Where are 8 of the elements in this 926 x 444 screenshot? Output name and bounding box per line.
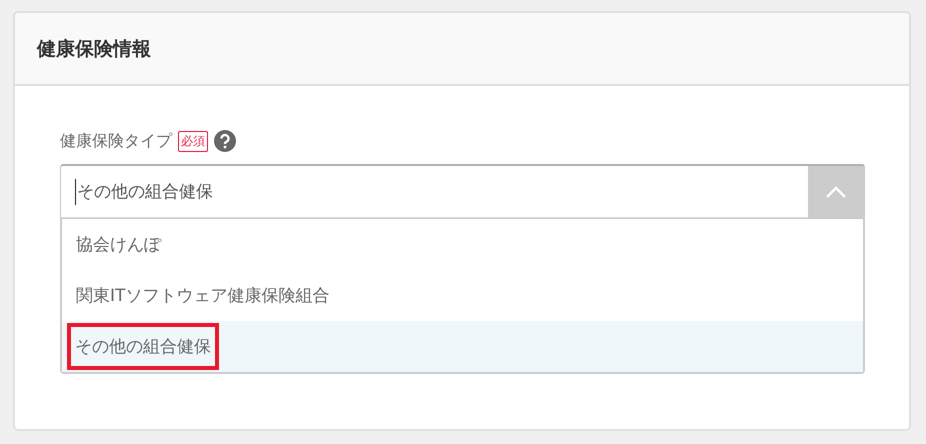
toggle-button[interactable] [808,166,864,218]
panel-title: 健康保険情報 [37,36,151,62]
field-label: 健康保険タイプ [60,130,172,152]
chevron-up-icon [825,185,847,199]
required-badge: 必須 [178,130,208,152]
select-value: その他の組合健保 [77,181,213,203]
dropdown-option[interactable]: その他の組合健保 [62,321,863,372]
help-icon[interactable] [214,130,236,152]
